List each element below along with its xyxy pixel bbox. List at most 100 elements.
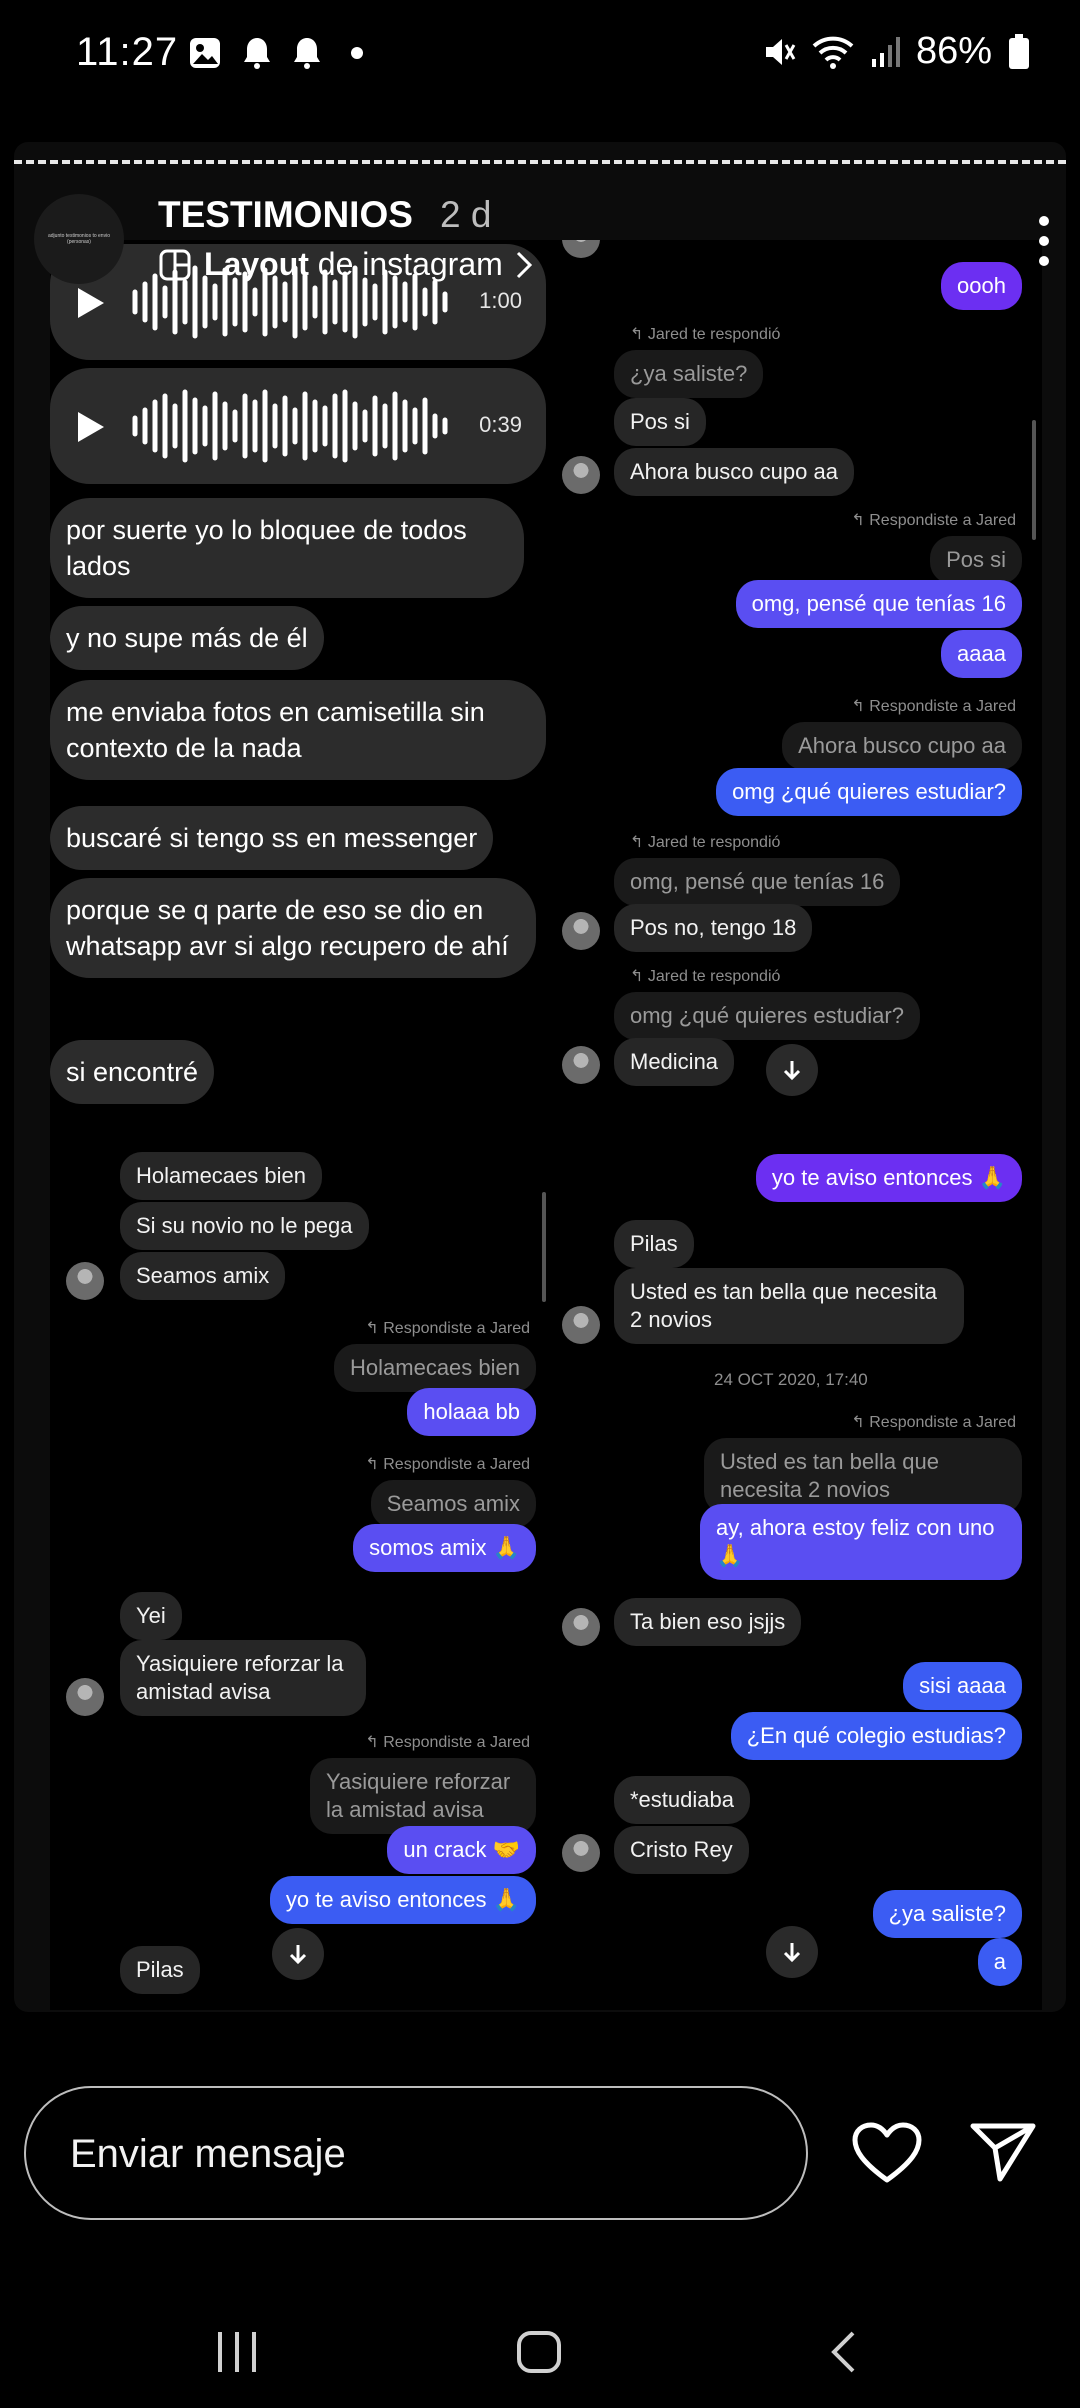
message-bubble: yo te aviso entonces 🙏: [755, 1154, 1022, 1202]
reply-arrow-icon: ↰: [365, 1456, 384, 1473]
home-icon[interactable]: [516, 2330, 562, 2374]
play-icon[interactable]: [76, 286, 106, 320]
story-progress-bar: [14, 160, 1066, 164]
message-bubble: porque se q parte de eso se dio en whats…: [50, 878, 536, 978]
reply-arrow-icon: ↰: [851, 1414, 870, 1431]
arrow-down-icon: [783, 1061, 801, 1081]
message-bubble: Yasiquiere reforzar la amistad avisa: [120, 1640, 366, 1716]
reply-arrow-icon: ↰: [851, 512, 870, 529]
scrollbar[interactable]: [542, 1192, 546, 1302]
screenshot-panel-4: yo te aviso entonces 🙏 Pilas Usted es ta…: [550, 1120, 1042, 2010]
navigation-bar: [0, 2300, 1080, 2408]
avatar: [562, 456, 600, 494]
signal-icon: [871, 36, 900, 67]
story-header: adjunto testimonios to envio (personas) …: [34, 190, 1054, 290]
quoted-message: Usted es tan bella que necesita 2 novios: [704, 1438, 1022, 1514]
scroll-down-button[interactable]: [272, 1928, 324, 1980]
battery-percent: 86%: [915, 30, 992, 72]
gallery-icon: [190, 38, 220, 68]
message-bubble: y no supe más de él: [50, 606, 324, 670]
avatar: [562, 912, 600, 950]
message-bubble: Holamecaes bien: [120, 1152, 322, 1200]
quoted-message: Ahora busco cupo aa: [782, 722, 1022, 770]
reply-arrow-icon: ↰: [851, 698, 870, 715]
quoted-message: omg ¿qué quieres estudiar?: [614, 992, 920, 1040]
message-bubble: ¿En qué colegio estudias?: [730, 1712, 1022, 1760]
reply-arrow-icon: ↰: [365, 1734, 384, 1751]
message-input-placeholder: Enviar mensaje: [70, 2132, 346, 2176]
reply-arrow-icon: ↰: [365, 1320, 384, 1337]
date-separator: 24 OCT 2020, 17:40: [714, 1370, 868, 1389]
message-bubble: Pilas: [120, 1946, 200, 1994]
message-bubble: a: [977, 1938, 1022, 1986]
avatar: [562, 1608, 600, 1646]
layout-icon: [159, 249, 191, 280]
arrow-down-icon: [783, 1943, 801, 1963]
avatar: [562, 1834, 600, 1872]
story-title[interactable]: TESTIMONIOS: [158, 194, 413, 236]
message-bubble: Pilas: [614, 1220, 694, 1268]
audio-duration: 0:39: [479, 412, 522, 437]
arrow-down-icon: [289, 1945, 307, 1965]
reply-arrow-icon: ↰: [630, 834, 648, 851]
more-options-icon[interactable]: [1034, 216, 1054, 266]
audio-message[interactable]: 0:39: [50, 368, 546, 484]
scrollbar[interactable]: [1032, 420, 1036, 540]
waveform-icon: [132, 389, 448, 463]
avatar: [562, 1306, 600, 1344]
message-bubble: omg, pensé que tenías 16: [735, 580, 1022, 628]
message-bubble: Medicina: [614, 1038, 735, 1086]
quoted-message: ¿ya saliste?: [614, 350, 764, 398]
chevron-right-icon: [516, 251, 532, 278]
message-bubble: Si su novio no le pega: [120, 1202, 369, 1250]
bell-icon: [294, 38, 320, 69]
message-bubble: yo te aviso entonces 🙏: [269, 1876, 536, 1924]
scroll-down-button[interactable]: [766, 1926, 818, 1978]
message-bubble: sisi aaaa: [903, 1662, 1022, 1710]
dot-icon: [351, 47, 363, 59]
reply-arrow-icon: ↰: [630, 968, 648, 985]
message-bubble: ¿ya saliste?: [872, 1890, 1022, 1938]
message-bubble: Cristo Rey: [614, 1826, 749, 1874]
battery-icon: [1009, 33, 1029, 69]
screenshot-panel-2: oooh ↰ Jared te respondió ¿ya saliste? P…: [550, 240, 1042, 1120]
wifi-icon: [812, 36, 854, 69]
recent-apps-icon[interactable]: [214, 2330, 260, 2374]
status-bar: 11:27 86%: [0, 0, 1080, 112]
avatar: [66, 1678, 104, 1716]
quoted-message: Holamecaes bien: [334, 1344, 536, 1392]
send-icon[interactable]: [970, 2122, 1036, 2182]
message-bubble: un crack 🤝: [387, 1826, 536, 1874]
message-bubble: por suerte yo lo bloquee de todos lados: [50, 498, 524, 598]
message-bubble: omg ¿qué quieres estudiar?: [716, 768, 1022, 816]
story-avatar[interactable]: adjunto testimonios to envio (personas): [34, 194, 124, 284]
message-bubble: buscaré si tengo ss en messenger: [50, 806, 494, 870]
reply-arrow-icon: ↰: [630, 326, 648, 343]
layout-attribution[interactable]: Layout de instagram: [158, 246, 533, 283]
message-input[interactable]: Enviar mensaje: [24, 2086, 808, 2220]
message-bubble: Ta bien eso jsjjs: [614, 1598, 802, 1646]
message-bubble: Usted es tan bella que necesita 2 novios: [614, 1268, 964, 1344]
message-bubble: Pos no, tengo 18: [614, 904, 813, 952]
screenshot-panel-1: 1:00 0:39 por suerte yo lo bloquee de to…: [50, 240, 550, 1120]
clock: 11:27: [76, 30, 179, 74]
message-bubble: Yei: [120, 1592, 182, 1640]
audio-duration: 1:00: [479, 288, 522, 313]
quoted-message: Pos si: [930, 536, 1022, 584]
quoted-message: Yasiquiere reforzar la amistad avisa: [310, 1758, 536, 1834]
message-bubble: Seamos amix: [120, 1252, 286, 1300]
mute-icon: [765, 38, 796, 65]
story-age: 2 d: [440, 194, 492, 235]
message-bubble: Pos si: [614, 398, 706, 446]
back-icon[interactable]: [828, 2330, 858, 2374]
message-bubble: me enviaba fotos en camisetilla sin cont…: [50, 680, 546, 780]
message-bubble: ay, ahora estoy feliz con uno 🙏: [700, 1504, 1022, 1580]
screenshot-panel-3: Holamecaes bien Si su novio no le pega S…: [50, 1120, 550, 2010]
message-bubble: si encontré: [50, 1040, 215, 1104]
quoted-message: Seamos amix: [370, 1480, 536, 1528]
play-icon[interactable]: [76, 410, 106, 444]
message-bubble: holaaa bb: [407, 1388, 536, 1436]
avatar: [66, 1262, 104, 1300]
scroll-down-button[interactable]: [766, 1044, 818, 1096]
heart-icon[interactable]: [852, 2122, 922, 2184]
